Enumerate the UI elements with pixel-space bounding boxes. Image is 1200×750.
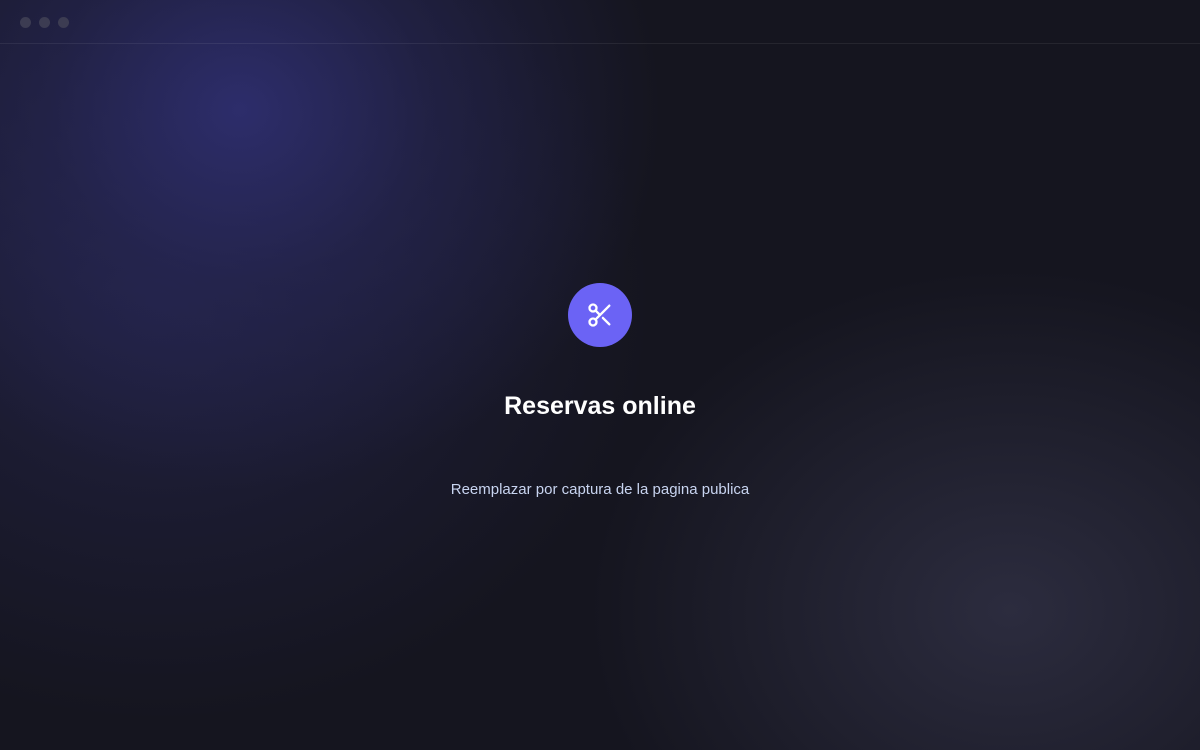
- placeholder-content: Reservas online Reemplazar por captura d…: [0, 0, 1200, 750]
- app-window: Reservas online Reemplazar por captura d…: [0, 0, 1200, 750]
- scissors-icon: [588, 303, 611, 327]
- placeholder-subtitle: Reemplazar por captura de la pagina publ…: [450, 481, 750, 498]
- scissors-icon-badge: [568, 283, 632, 347]
- page-title: Reservas online: [504, 392, 696, 420]
